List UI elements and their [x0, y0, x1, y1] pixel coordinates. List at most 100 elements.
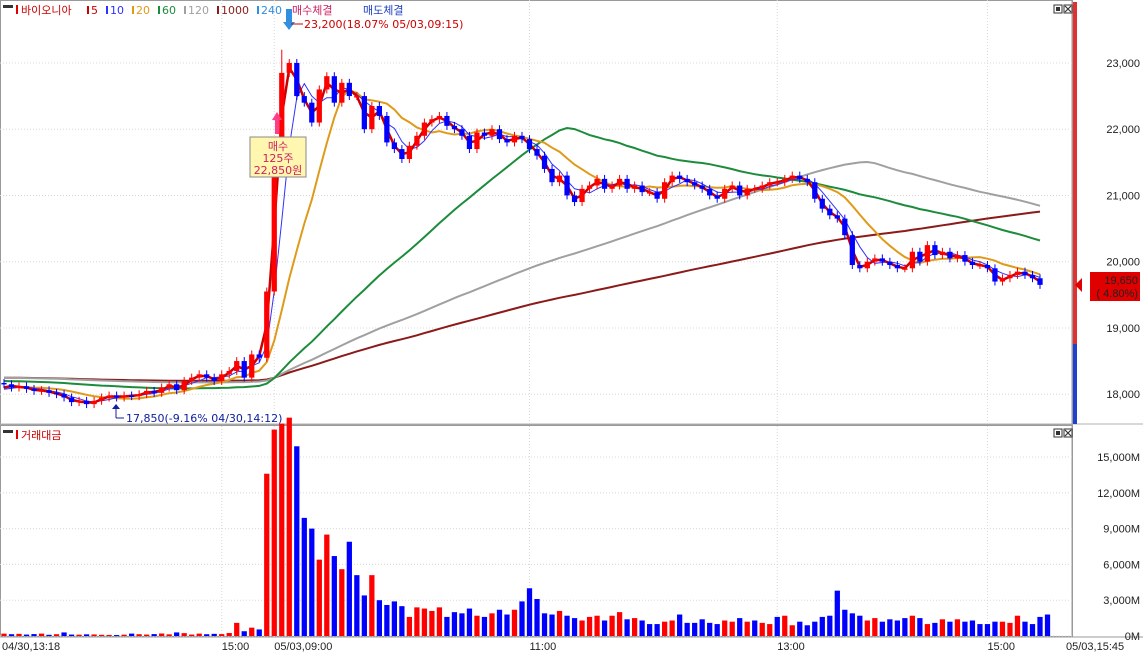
candle-body [969, 261, 976, 265]
candle-body [31, 388, 37, 391]
candle-body [496, 129, 503, 140]
volume-bar [834, 590, 840, 636]
candle-body [842, 218, 848, 236]
candle-body [646, 192, 653, 194]
candle-body [414, 135, 420, 146]
volume-bar [1029, 624, 1036, 636]
volume-bar [301, 517, 307, 636]
candle-body [992, 268, 998, 282]
candle-body [61, 394, 67, 398]
volume-bar [737, 618, 743, 636]
volume-bar [136, 634, 142, 636]
x-tick-label: 04/30,13:18 [2, 641, 60, 653]
candle-body [864, 261, 870, 269]
volume-bar [219, 634, 225, 636]
legend-swatch [217, 6, 219, 14]
volume-tick-label: 15,000M [1097, 452, 1140, 464]
candle-body [331, 76, 337, 103]
candle-body [692, 182, 698, 186]
candle-body [46, 390, 52, 393]
volume-bar [571, 618, 578, 636]
candle-body [744, 188, 750, 196]
candle-body [234, 361, 240, 371]
volume-bar [947, 621, 953, 636]
volume-bar [932, 622, 938, 636]
volume-bar [369, 575, 375, 636]
legend-label: 240 [261, 4, 282, 17]
candle-body [549, 168, 555, 183]
candle-body [962, 255, 968, 262]
candle-body [924, 245, 931, 262]
candle-body [541, 155, 548, 169]
candle-body [459, 129, 465, 136]
volume-bar [872, 618, 878, 636]
candle-body [399, 149, 405, 159]
x-tick-label: 15:00 [987, 641, 1015, 653]
candle-body [166, 384, 172, 388]
volume-bar [31, 634, 37, 636]
volume-tick-label: 0M [1125, 631, 1140, 643]
volume-bar [481, 616, 488, 636]
volume-bar [864, 620, 870, 636]
candle-body [429, 119, 435, 123]
candle-body [601, 178, 608, 189]
volume-bar [767, 624, 773, 636]
volume-bar [564, 615, 570, 636]
volume-bar [541, 613, 548, 636]
candle-body [286, 62, 292, 73]
volume-bar [339, 569, 345, 636]
volume-tick-label: 6,000M [1103, 559, 1140, 571]
panel-menu-icon[interactable] [3, 5, 13, 8]
volume-bar [624, 619, 630, 636]
volume-bar [549, 614, 555, 636]
volume-bar [729, 621, 735, 636]
volume-bar [249, 627, 255, 636]
candle-body [677, 175, 683, 179]
candle-body [113, 395, 120, 398]
volume-bar [91, 634, 97, 636]
candle-body [556, 175, 563, 183]
candle-body [579, 188, 585, 203]
volume-bar [609, 615, 615, 636]
candle-body [639, 185, 645, 193]
chart-canvas[interactable]: 18,000 19,000 20,000 21,000 22,000 23,000 0M 3,… [0, 0, 1143, 655]
candle-body [894, 265, 900, 269]
volume-bar [662, 621, 668, 636]
volume-bar [504, 614, 510, 636]
volume-bar [354, 575, 360, 636]
candle-body [504, 139, 510, 143]
volume-bar [1044, 614, 1051, 636]
candle-body [699, 185, 705, 189]
price-tick-label: 20,000 [1106, 257, 1140, 269]
volume-bar [83, 634, 90, 636]
volume-bar [496, 609, 503, 636]
x-tick-label: 13:00 [777, 641, 805, 653]
low-price-label: 17,850(-9.16% 04/30,14:12) [126, 412, 282, 425]
volume-bar [211, 633, 217, 636]
candle-body [226, 371, 232, 375]
legend-label: 5 [91, 4, 98, 17]
stock-chart[interactable]: 18,000 19,000 20,000 21,000 22,000 23,000 0M 3,… [0, 0, 1143, 655]
volume-bar [286, 417, 292, 636]
volume-bar [46, 634, 52, 636]
volume-bar [316, 559, 322, 636]
panel-menu-icon[interactable] [3, 430, 13, 433]
volume-bar [639, 620, 645, 636]
sell-signal-label: 매도체결 [363, 4, 403, 17]
price-range-strip-low [1073, 344, 1077, 424]
volume-bar [939, 619, 946, 636]
volume-bar [106, 634, 112, 636]
candle-body [76, 400, 82, 403]
legend-swatch [158, 6, 160, 14]
candle-body [526, 139, 533, 150]
volume-bar [421, 608, 428, 636]
candle-body [752, 188, 758, 191]
candle-body [121, 395, 127, 398]
candle-body [519, 135, 525, 140]
candle-body [1007, 274, 1013, 279]
candle-body [16, 386, 22, 388]
candle-body [174, 384, 180, 391]
candle-body [586, 185, 593, 189]
candle-body [474, 132, 480, 150]
candle-body [1037, 278, 1043, 285]
